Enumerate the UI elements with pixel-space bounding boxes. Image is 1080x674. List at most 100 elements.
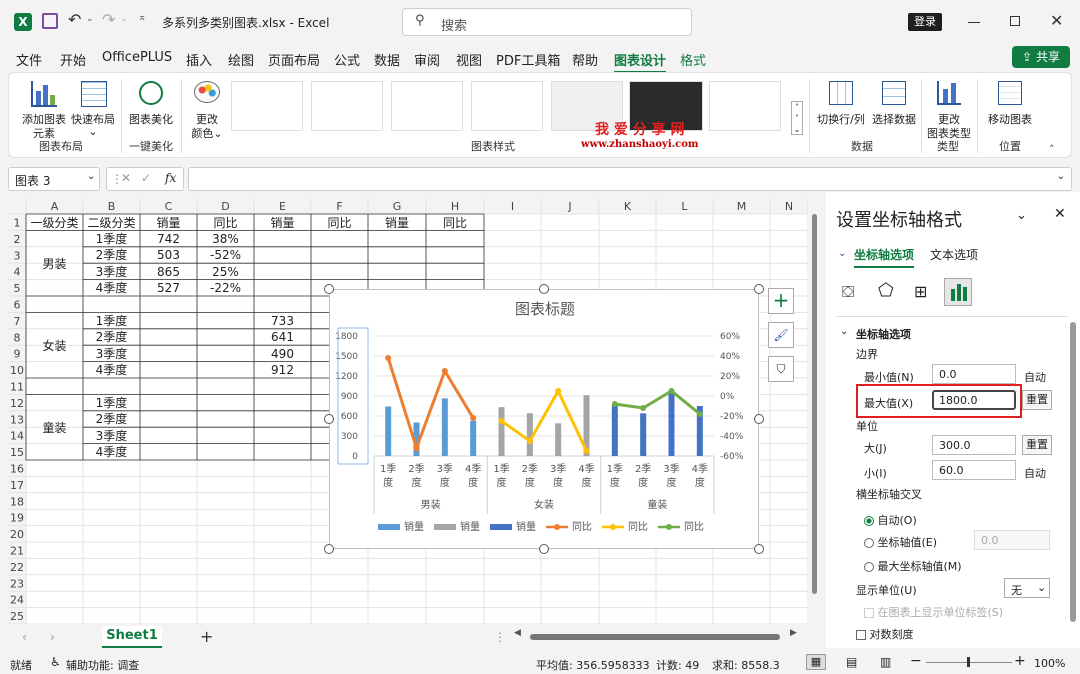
menu-view[interactable]: 视图 bbox=[456, 50, 482, 69]
display-units-select[interactable]: 无 ⌄ bbox=[1004, 578, 1050, 598]
quarter-cell[interactable]: 2季度 bbox=[83, 247, 140, 263]
section-chevron-icon[interactable]: ⌄ bbox=[840, 326, 848, 337]
change-chart-type-button[interactable]: 更改 图表类型 bbox=[925, 79, 973, 140]
vertical-scrollbar[interactable] bbox=[810, 198, 818, 624]
row-header-22[interactable]: 22 bbox=[10, 561, 24, 574]
max-reset-button[interactable]: 重置 bbox=[1022, 390, 1052, 410]
chart[interactable]: 图表标题 0 300 600 900 1200 1500 1800 -60% -40% -20% 0%… bbox=[329, 289, 759, 549]
change-colors-button[interactable]: 更改 颜色⌄ bbox=[185, 79, 229, 140]
group-cell[interactable]: 童装 bbox=[26, 420, 83, 436]
log-scale-checkbox[interactable]: 对数刻度 bbox=[856, 626, 914, 642]
row-header-21[interactable]: 21 bbox=[10, 545, 24, 558]
sales-cell[interactable]: 527 bbox=[140, 280, 197, 296]
zoom-level[interactable]: 100% bbox=[1034, 657, 1065, 670]
header-cell[interactable]: 销量 bbox=[254, 215, 311, 231]
minimize-icon[interactable] bbox=[968, 22, 980, 23]
collapse-ribbon-icon[interactable]: ˄ bbox=[1049, 143, 1055, 156]
row-header-15[interactable]: 15 bbox=[10, 446, 24, 459]
chart-resize-handle[interactable] bbox=[539, 544, 549, 554]
move-chart-button[interactable]: 移动图表 bbox=[983, 79, 1037, 135]
chart-style-4[interactable] bbox=[471, 81, 543, 131]
quick-layout-button[interactable]: 快速布局 ⌄ bbox=[71, 79, 115, 138]
vertical-scroll-thumb[interactable] bbox=[812, 214, 817, 594]
yoy-cell[interactable]: 25% bbox=[197, 264, 254, 280]
menu-pdf-tools[interactable]: PDF工具箱 bbox=[496, 50, 560, 69]
chart-style-7[interactable] bbox=[709, 81, 781, 131]
select-data-button[interactable]: 选择数据 bbox=[869, 79, 919, 135]
column-header-I[interactable]: I bbox=[511, 200, 514, 213]
row-header-24[interactable]: 24 bbox=[10, 594, 24, 607]
quarter-cell[interactable]: 3季度 bbox=[83, 264, 140, 280]
menu-file[interactable]: 文件 bbox=[16, 50, 42, 69]
menu-insert[interactable]: 插入 bbox=[186, 50, 212, 69]
login-button[interactable]: 登录 bbox=[908, 13, 942, 31]
column-header-C[interactable]: C bbox=[165, 200, 173, 213]
radio-auto[interactable]: 自动(O) bbox=[864, 512, 917, 528]
menu-home[interactable]: 开始 bbox=[60, 50, 86, 69]
yoy-cell[interactable]: -52% bbox=[197, 247, 254, 263]
formula-expand-icon[interactable]: ⌄ bbox=[1057, 171, 1065, 182]
quarter-cell[interactable]: 1季度 bbox=[83, 395, 140, 411]
enter-icon[interactable]: ✓ bbox=[141, 171, 151, 185]
menu-draw[interactable]: 绘图 bbox=[228, 50, 254, 69]
chart-style-2[interactable] bbox=[311, 81, 383, 131]
zoom-slider-thumb[interactable] bbox=[967, 657, 970, 667]
sales-cell[interactable]: 742 bbox=[140, 231, 197, 247]
zoom-in-icon[interactable]: + bbox=[1014, 653, 1026, 669]
axis-value-input[interactable]: 0.0 bbox=[974, 530, 1050, 550]
quarter-cell[interactable]: 3季度 bbox=[83, 428, 140, 444]
menu-format[interactable]: 格式 bbox=[680, 50, 706, 69]
row-header-12[interactable]: 12 bbox=[10, 397, 24, 410]
next-sheet-icon[interactable]: › bbox=[50, 630, 55, 644]
sales-cell[interactable]: 503 bbox=[140, 247, 197, 263]
sheet-tab-sheet1[interactable]: Sheet1 bbox=[102, 626, 162, 648]
cancel-icon[interactable]: ✕ bbox=[121, 171, 131, 185]
row-header-7[interactable]: 7 bbox=[14, 315, 21, 328]
column-header-J[interactable]: J bbox=[567, 200, 571, 213]
column-header-M[interactable]: M bbox=[737, 200, 747, 213]
accessibility-status[interactable]: 辅助功能: 调查 bbox=[66, 657, 139, 673]
row-header-10[interactable]: 10 bbox=[10, 364, 24, 377]
horizontal-scrollbar[interactable]: ◀ ▶ bbox=[514, 628, 802, 642]
header-cell[interactable]: 一级分类 bbox=[26, 215, 83, 231]
row-header-13[interactable]: 13 bbox=[10, 413, 24, 426]
row-header-11[interactable]: 11 bbox=[10, 381, 24, 394]
show-units-label-checkbox[interactable]: 在图表上显示单位标签(S) bbox=[864, 604, 1003, 620]
quarter-cell[interactable]: 3季度 bbox=[83, 346, 140, 362]
chart-resize-handle[interactable] bbox=[754, 544, 764, 554]
redo-icon[interactable]: ↷ bbox=[102, 10, 115, 29]
minor-input[interactable]: 60.0 bbox=[932, 460, 1016, 480]
quarter-cell[interactable]: 4季度 bbox=[83, 444, 140, 460]
column-header-A[interactable]: A bbox=[51, 200, 59, 213]
chart-styles-gallery[interactable]: 我 爱 分 享 网 www.zhanshaoyi.com bbox=[231, 81, 787, 150]
row-header-14[interactable]: 14 bbox=[10, 430, 24, 443]
header-cell[interactable]: 同比 bbox=[426, 215, 484, 231]
header-cell[interactable]: 二级分类 bbox=[83, 215, 140, 231]
max-input[interactable]: 1800.0 bbox=[932, 390, 1016, 410]
quarter-cell[interactable]: 1季度 bbox=[83, 231, 140, 247]
sales-cell[interactable]: 912 bbox=[254, 362, 311, 378]
header-cell[interactable]: 同比 bbox=[197, 215, 254, 231]
close-icon[interactable]: ✕ bbox=[1050, 11, 1063, 30]
menu-chart-design[interactable]: 图表设计 bbox=[614, 50, 667, 74]
header-cell[interactable]: 同比 bbox=[311, 215, 368, 231]
column-header-D[interactable]: D bbox=[221, 200, 229, 213]
insert-function-icon[interactable]: fx bbox=[165, 171, 176, 185]
column-header-K[interactable]: K bbox=[624, 200, 632, 213]
pane-close-icon[interactable]: ✕ bbox=[1054, 206, 1066, 222]
chart-beautify-button[interactable]: 图表美化 bbox=[127, 79, 175, 135]
chart-style-3[interactable] bbox=[391, 81, 463, 131]
row-header-1[interactable]: 1 bbox=[14, 217, 21, 230]
tab-text-options[interactable]: 文本选项 bbox=[930, 246, 978, 263]
row-header-20[interactable]: 20 bbox=[10, 528, 24, 541]
row-header-19[interactable]: 19 bbox=[10, 512, 24, 525]
menu-formulas[interactable]: 公式 bbox=[334, 50, 360, 69]
group-cell[interactable]: 男装 bbox=[26, 256, 83, 272]
add-sheet-icon[interactable]: + bbox=[200, 627, 213, 646]
prev-sheet-icon[interactable]: ‹ bbox=[22, 630, 27, 644]
row-header-17[interactable]: 17 bbox=[10, 479, 24, 492]
worksheet[interactable]: A B C D E F G H I J K L M N 1 2 3 4 5 6 7 8 9 10 11 12 13 14 15 16 17 1… bbox=[8, 198, 817, 624]
save-icon[interactable] bbox=[42, 13, 58, 29]
pane-scrollbar[interactable] bbox=[1070, 322, 1076, 622]
min-input[interactable]: 0.0 bbox=[932, 364, 1016, 384]
